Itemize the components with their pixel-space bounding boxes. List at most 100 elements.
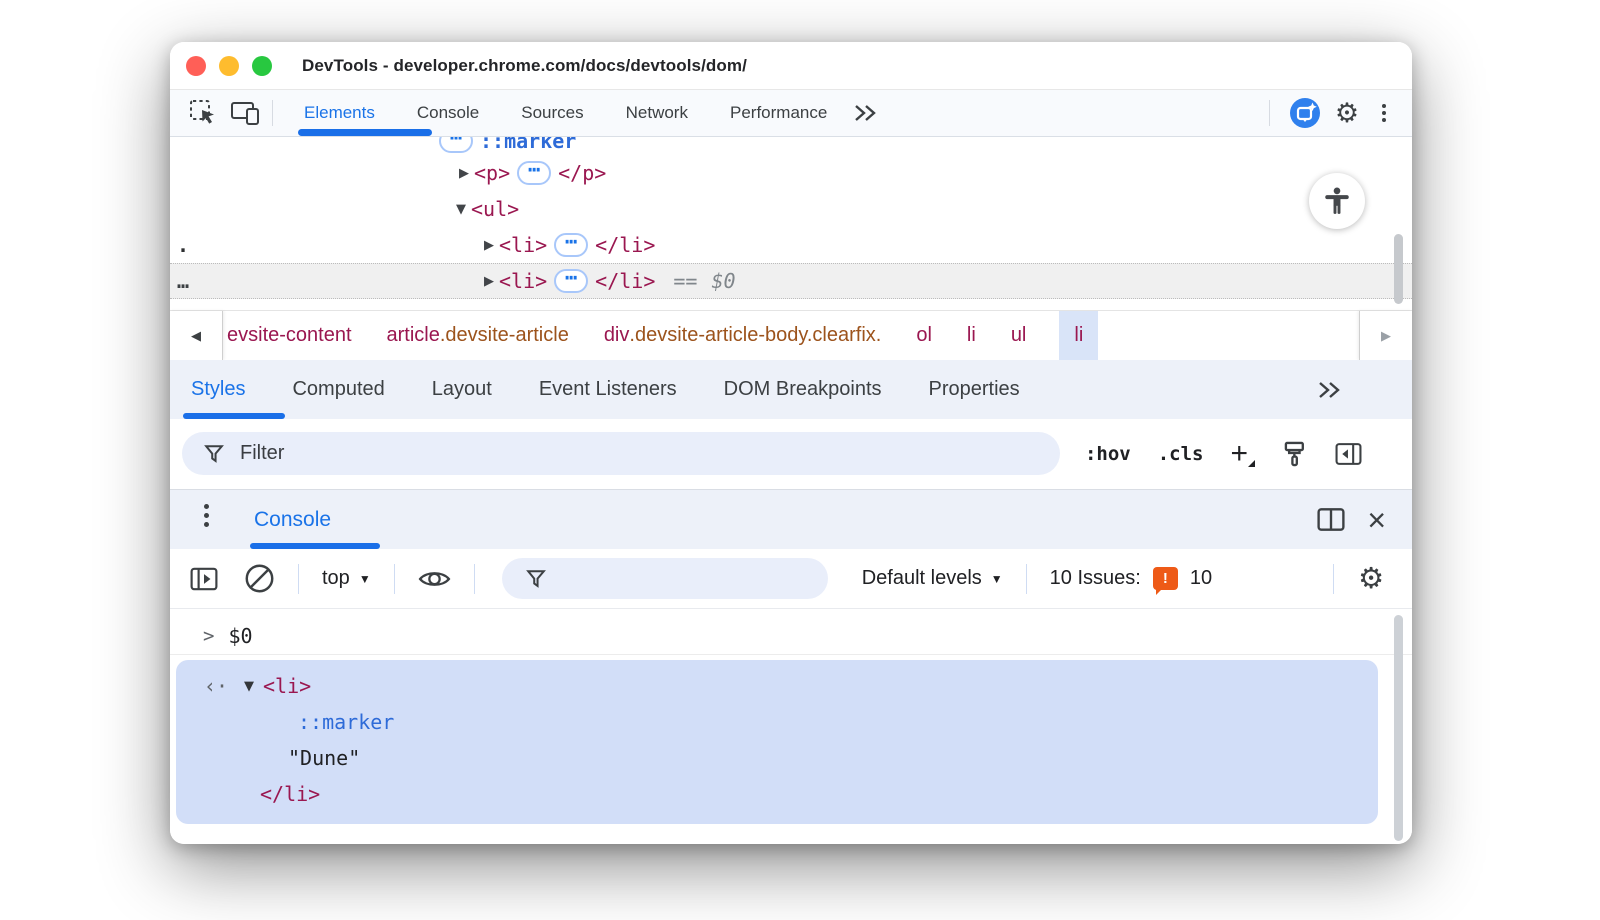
disclosure-arrow-icon[interactable]: ▼ (451, 202, 471, 217)
minimize-window-button[interactable] (219, 56, 239, 76)
clear-console-icon[interactable] (244, 563, 275, 594)
more-options-icon[interactable] (1372, 96, 1396, 130)
toggle-element-classes-button[interactable]: .cls (1158, 443, 1204, 465)
styles-pane-tabs: Styles Computed Layout Event Listeners D… (170, 360, 1412, 419)
tab-event-listeners[interactable]: Event Listeners (539, 378, 677, 401)
styles-filter-input[interactable] (240, 442, 840, 465)
console-filter-input[interactable] (560, 568, 790, 590)
dom-row-li-1[interactable]: ▶ <li> ⋯ </li> (170, 227, 1412, 263)
console-messages: > $0 ‹· ▼ <li> ::marker "Dune" </li> (170, 609, 1412, 844)
result-text-content[interactable]: "Dune" (288, 746, 360, 770)
styles-filter-row: :hov .cls + (170, 419, 1412, 489)
inline-ellipsis-pill[interactable]: ⋯ (554, 233, 588, 257)
result-open-tag[interactable]: <li> (263, 674, 311, 698)
console-toolbar-divider (394, 564, 395, 594)
show-sidebar-panel-icon[interactable] (1335, 442, 1362, 466)
main-toolbar: Elements Console Sources Network Perform… (170, 90, 1412, 137)
disclosure-arrow-icon[interactable]: ▶ (479, 238, 499, 253)
console-result-highlighted[interactable]: ‹· ▼ <li> ::marker "Dune" </li> (176, 660, 1378, 824)
breadcrumb-item-li[interactable]: li (965, 311, 978, 360)
styles-filter-actions: :hov .cls + (1085, 419, 1362, 489)
inline-ellipsis-pill[interactable]: ⋯ (517, 161, 551, 185)
breadcrumb-item-devsite-content[interactable]: evsite-content (225, 311, 354, 360)
console-filter-field[interactable] (502, 558, 828, 599)
breadcrumb-item-div[interactable]: div.devsite-article-body.clearfix. (602, 311, 884, 360)
dom-breadcrumb-bar: ◀ evsite-content article.devsite-article… (170, 310, 1412, 360)
paint-brush-icon[interactable] (1282, 441, 1308, 467)
zoom-window-button[interactable] (252, 56, 272, 76)
console-toolbar-divider (474, 564, 475, 594)
tab-performance[interactable]: Performance (709, 90, 848, 136)
disclosure-arrow-icon[interactable]: ▶ (454, 166, 474, 181)
title-bar: DevTools - developer.chrome.com/docs/dev… (170, 42, 1412, 90)
breadcrumb-item-ol[interactable]: ol (914, 311, 934, 360)
close-drawer-icon[interactable]: × (1367, 504, 1386, 536)
drawer-header-actions: × (1317, 490, 1386, 549)
console-settings-gear-icon[interactable]: ⚙ (1358, 564, 1384, 593)
tab-properties[interactable]: Properties (929, 378, 1020, 401)
disclosure-arrow-icon[interactable]: ▶ (479, 274, 499, 289)
styles-filter-field[interactable] (182, 432, 1060, 475)
more-tabs-icon[interactable] (848, 96, 882, 130)
device-toolbar-icon[interactable] (228, 96, 262, 130)
log-levels-dropdown[interactable]: Default levels ▼ (862, 567, 1003, 590)
console-drawer-tab[interactable]: Console (254, 490, 331, 549)
elements-scrollbar-thumb[interactable] (1394, 234, 1403, 304)
close-tag: </p> (558, 161, 606, 185)
traffic-lights (186, 56, 272, 76)
breadcrumb: evsite-content article.devsite-article d… (223, 311, 1358, 360)
console-echo-row[interactable]: > $0 (170, 617, 1412, 655)
breadcrumb-back-icon[interactable]: ◀ (170, 311, 223, 360)
more-panes-icon[interactable] (1316, 379, 1342, 401)
live-expression-eye-icon[interactable] (418, 567, 451, 591)
issues-counter[interactable]: 10 Issues: ! 10 (1050, 567, 1212, 590)
chevron-down-icon: ▼ (991, 572, 1003, 586)
dollar-zero-reference: $0 (711, 269, 735, 293)
tab-network[interactable]: Network (605, 90, 709, 136)
breadcrumb-item-li-selected[interactable]: li (1059, 311, 1098, 360)
console-scrollbar-thumb[interactable] (1394, 615, 1403, 841)
tab-sources[interactable]: Sources (500, 90, 604, 136)
inline-ellipsis-pill[interactable]: ⋯ (439, 137, 473, 153)
dom-row-p[interactable]: ▶ <p> ⋯ </p> (170, 155, 1412, 191)
open-tag: <ul> (471, 197, 519, 221)
tab-styles[interactable]: Styles (191, 378, 245, 401)
toggle-hover-state-button[interactable]: :hov (1085, 443, 1131, 465)
pseudo-marker-node[interactable]: ::marker (480, 137, 576, 153)
tab-computed[interactable]: Computed (292, 378, 384, 401)
chevron-down-icon: ▼ (359, 572, 371, 586)
filter-funnel-icon (204, 444, 224, 464)
toolbar-right: ⚙ (1259, 96, 1396, 130)
issues-count: 10 (1190, 567, 1212, 590)
screenshot-stage: DevTools - developer.chrome.com/docs/dev… (0, 0, 1600, 920)
breadcrumb-item-ul[interactable]: ul (1009, 311, 1029, 360)
disclosure-arrow-icon[interactable]: ▼ (244, 679, 263, 694)
issues-label: 10 Issues: (1050, 567, 1141, 590)
inline-ellipsis-pill[interactable]: ⋯ (554, 269, 588, 293)
close-window-button[interactable] (186, 56, 206, 76)
close-tag: </li> (595, 233, 655, 257)
equals-sign: == (673, 269, 697, 293)
result-marker-pseudo[interactable]: ::marker (298, 710, 394, 734)
drawer-more-options-icon[interactable] (194, 504, 218, 527)
settings-gear-icon[interactable]: ⚙ (1330, 96, 1364, 130)
accessibility-fab[interactable] (1309, 173, 1365, 229)
window-title: DevTools - developer.chrome.com/docs/dev… (302, 56, 747, 76)
breadcrumb-item-article[interactable]: article.devsite-article (385, 311, 571, 360)
console-sidebar-toggle-icon[interactable] (190, 567, 218, 591)
split-panel-icon[interactable] (1317, 507, 1345, 532)
dom-row-ul[interactable]: ▼ <ul> (170, 191, 1412, 227)
dom-row-li-selected[interactable]: ▶ <li> ⋯ </li> == $0 (170, 263, 1412, 299)
javascript-context-dropdown[interactable]: top ▼ (322, 567, 371, 590)
result-close-tag[interactable]: </li> (260, 782, 320, 806)
prompt-chevron-icon: > (203, 625, 214, 647)
toolbar-divider (272, 100, 273, 126)
console-toolbar-divider (1333, 564, 1334, 594)
inspect-element-icon[interactable] (186, 96, 220, 130)
tab-dom-breakpoints[interactable]: DOM Breakpoints (724, 378, 882, 401)
ai-assistance-icon[interactable] (1288, 96, 1322, 130)
tab-layout[interactable]: Layout (432, 378, 492, 401)
breadcrumb-forward-icon[interactable]: ▶ (1359, 311, 1412, 360)
new-style-rule-button[interactable]: + (1230, 439, 1255, 469)
returned-value-icon: ‹· (204, 674, 244, 698)
